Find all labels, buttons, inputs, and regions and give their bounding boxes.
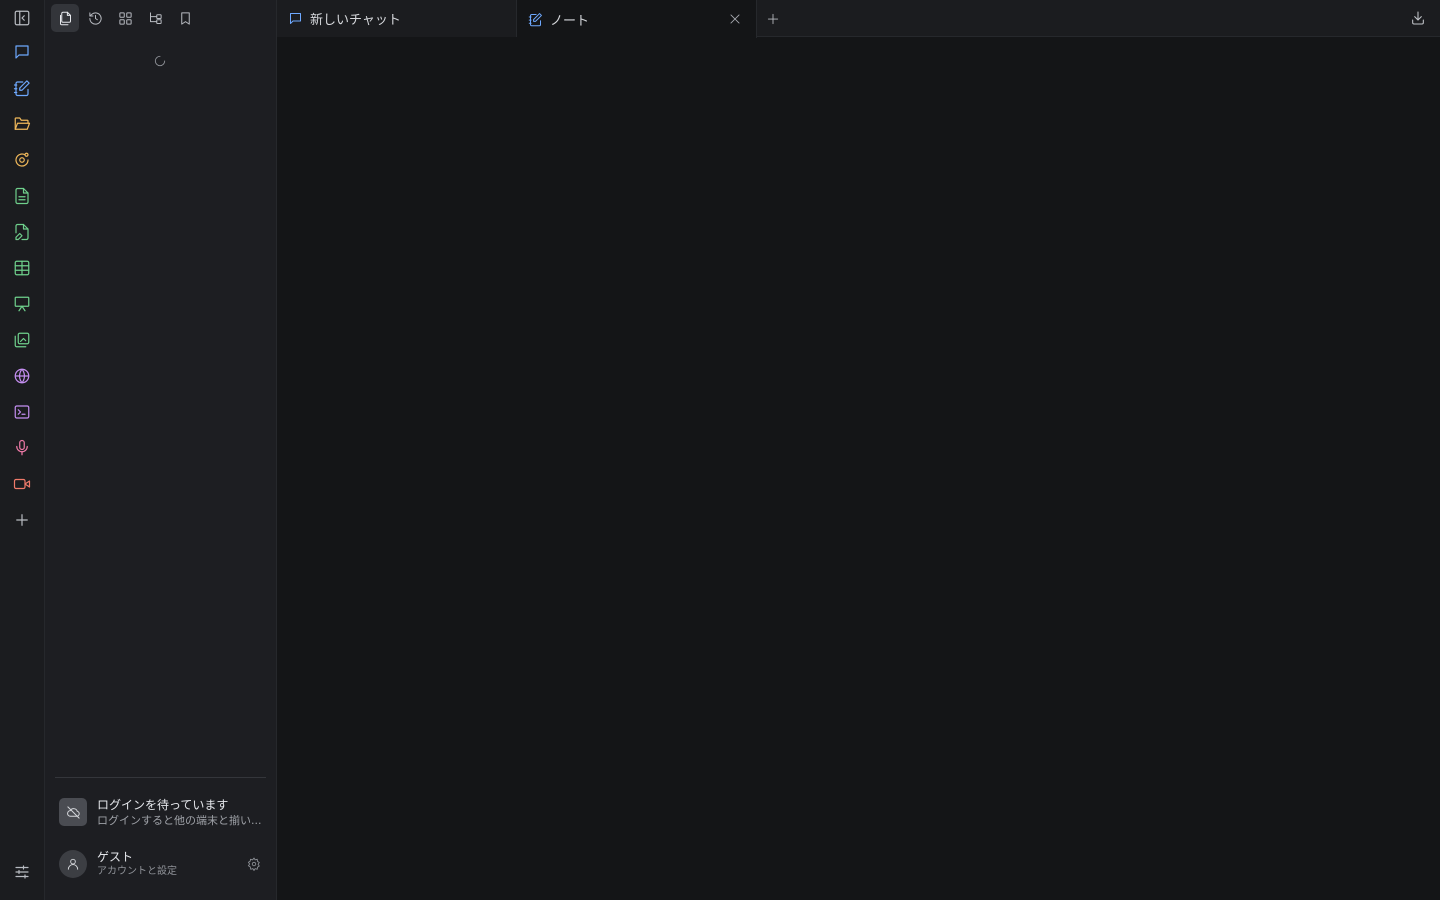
grid-icon[interactable] — [111, 4, 139, 32]
add-tab-button[interactable] — [764, 10, 782, 28]
image-edit-icon[interactable] — [8, 326, 36, 354]
login-status[interactable]: ログインを待っています ログインすると他の端末と揃い... — [55, 794, 267, 830]
globe-icon[interactable] — [8, 362, 36, 390]
login-title: ログインを待っています — [97, 797, 229, 812]
login-subtitle: ログインすると他の端末と揃い... — [97, 814, 262, 826]
orbit-icon[interactable] — [8, 146, 36, 174]
plus-icon[interactable] — [8, 506, 36, 534]
tab-bar: 新しいチャット ノート — [277, 0, 1440, 38]
account-subtitle: アカウントと設定 — [97, 866, 177, 877]
document-icon[interactable] — [8, 182, 36, 210]
side-panel: ログインを待っています ログインすると他の端末と揃い... ゲスト アカウントと… — [45, 0, 277, 900]
avatar — [59, 850, 87, 878]
history-icon[interactable] — [81, 4, 109, 32]
terminal-icon[interactable] — [8, 398, 36, 426]
presentation-icon[interactable] — [8, 290, 36, 318]
video-icon[interactable] — [8, 470, 36, 498]
bookmark-icon[interactable] — [171, 4, 199, 32]
tab-note[interactable]: ノート — [517, 0, 757, 38]
sliders-icon[interactable] — [8, 858, 36, 886]
chat-icon[interactable] — [8, 38, 36, 66]
tab-new-chat[interactable]: 新しいチャット — [277, 0, 517, 37]
panel-toolbar — [51, 4, 199, 32]
activity-rail — [0, 0, 45, 900]
note-edit-icon[interactable] — [8, 74, 36, 102]
gear-icon[interactable] — [247, 856, 263, 872]
loading-spinner-icon — [153, 53, 167, 67]
tab-label: 新しいチャット — [310, 13, 401, 28]
chat-icon — [287, 11, 303, 27]
panel-divider — [55, 777, 266, 778]
plus-icon — [767, 13, 779, 25]
account-name: ゲスト — [97, 850, 134, 864]
app-window: ログインを待っています ログインすると他の端末と揃い... ゲスト アカウントと… — [0, 0, 1440, 900]
sidebar-toggle-icon[interactable] — [8, 4, 36, 32]
file-edit-icon[interactable] — [8, 218, 36, 246]
cloud-off-icon — [59, 798, 87, 826]
files-icon[interactable] — [51, 4, 79, 32]
folder-open-icon[interactable] — [8, 110, 36, 138]
download-icon[interactable] — [1410, 10, 1428, 28]
microphone-icon[interactable] — [8, 434, 36, 462]
account-button[interactable]: ゲスト アカウントと設定 — [55, 848, 267, 880]
table-icon[interactable] — [8, 254, 36, 282]
note-editor[interactable] — [277, 38, 1440, 900]
close-icon[interactable] — [728, 11, 742, 25]
tab-label: ノート — [550, 13, 590, 29]
note-edit-icon — [527, 11, 543, 27]
tree-icon[interactable] — [141, 4, 169, 32]
